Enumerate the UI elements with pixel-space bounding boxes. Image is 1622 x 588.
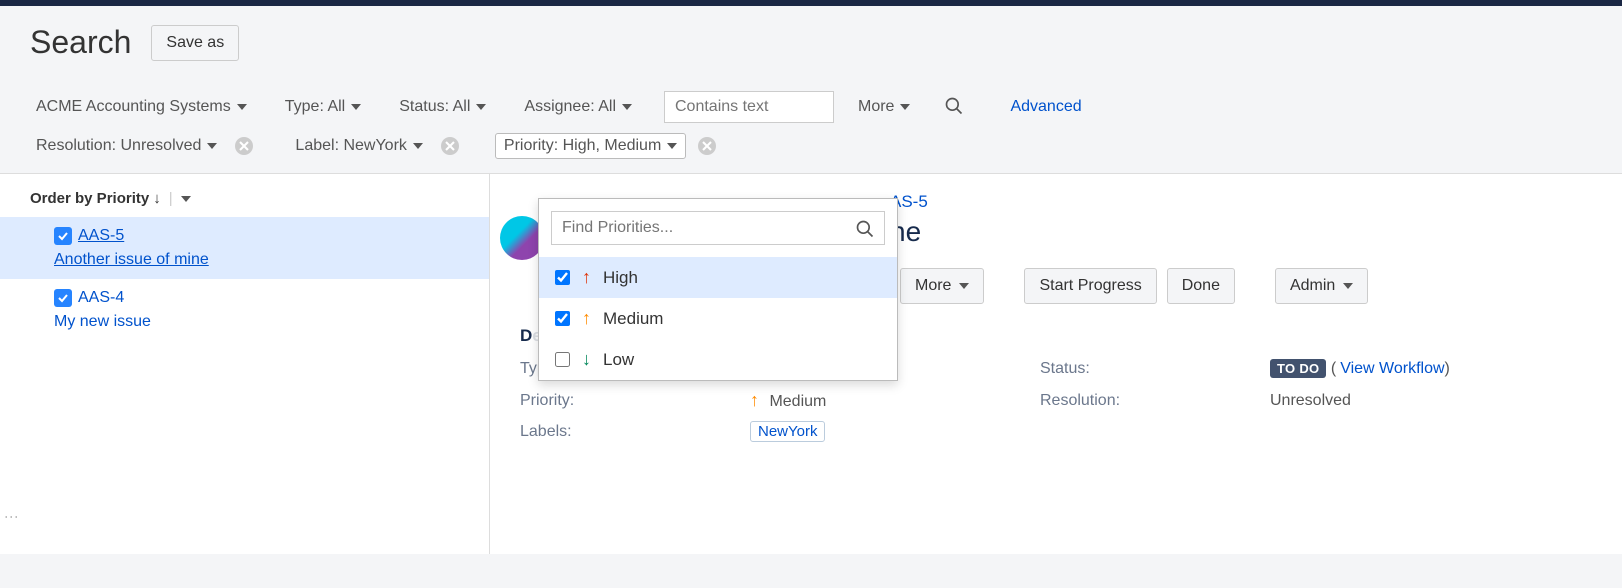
issue-detail-key[interactable]: AS-5 — [890, 192, 1592, 212]
chevron-down-icon — [959, 283, 969, 289]
order-by[interactable]: Order by Priority ↓ | — [0, 184, 489, 217]
priority-medium-icon: ↑ — [582, 308, 591, 329]
priority-high-icon: ↑ — [582, 267, 591, 288]
remove-label-icon[interactable] — [441, 137, 459, 155]
chevron-down-icon — [413, 143, 423, 149]
filter-label[interactable]: Label: NewYork — [289, 133, 428, 159]
labels-label: Labels: — [520, 423, 750, 441]
search-header: Search Save as — [0, 6, 1622, 81]
priority-option-medium[interactable]: ↑ Medium — [539, 298, 897, 339]
label-chip[interactable]: NewYork — [750, 421, 825, 442]
issue-key: AAS-4 — [78, 289, 124, 307]
admin-button[interactable]: Admin — [1275, 268, 1368, 304]
resize-handle[interactable]: ⋮ — [4, 510, 20, 526]
filter-status[interactable]: Status: All — [393, 94, 492, 120]
issue-item[interactable]: AAS-5 Another issue of mine — [0, 217, 489, 279]
more-button-label: More — [915, 277, 951, 295]
chevron-down-icon — [1343, 283, 1353, 289]
filter-label-label: Label: NewYork — [295, 137, 406, 155]
filter-priority-label: Priority: High, Medium — [504, 137, 661, 155]
priority-label: Priority: — [520, 392, 750, 410]
filter-project[interactable]: ACME Accounting Systems — [30, 94, 253, 120]
chevron-down-icon — [667, 143, 677, 149]
search-icon[interactable] — [944, 96, 964, 119]
priority-low-checkbox[interactable] — [555, 352, 570, 367]
priority-option-low[interactable]: ↓ Low — [539, 339, 897, 380]
filter-bar: ACME Accounting Systems Type: All Status… — [0, 81, 1622, 174]
chevron-down-icon — [351, 104, 361, 110]
advanced-link[interactable]: Advanced — [1010, 98, 1081, 116]
filter-more-label: More — [858, 98, 894, 116]
chevron-down-icon — [622, 104, 632, 110]
chevron-down-icon — [237, 104, 247, 110]
filter-more[interactable]: More — [858, 98, 910, 116]
remove-priority-icon[interactable] — [698, 137, 716, 155]
remove-resolution-icon[interactable] — [235, 137, 253, 155]
chevron-down-icon[interactable] — [181, 196, 191, 202]
sort-desc-icon: ↓ — [153, 190, 161, 207]
admin-button-label: Admin — [1290, 277, 1335, 295]
task-icon — [54, 227, 72, 245]
status-label: Status: — [1040, 360, 1270, 378]
filter-assignee-label: Assignee: All — [524, 98, 616, 116]
issue-detail-title: ne — [890, 216, 1592, 248]
issue-item[interactable]: AAS-4 My new issue — [0, 279, 489, 341]
order-by-label: Order by Priority — [30, 190, 149, 207]
chevron-down-icon — [207, 143, 217, 149]
start-progress-button[interactable]: Start Progress — [1024, 268, 1156, 304]
issue-summary: My new issue — [54, 313, 459, 331]
resolution-value: Unresolved — [1270, 392, 1570, 410]
search-text-input[interactable] — [664, 91, 834, 123]
issue-key: AAS-5 — [78, 227, 124, 245]
priority-medium-checkbox[interactable] — [555, 311, 570, 326]
filter-assignee[interactable]: Assignee: All — [518, 94, 638, 120]
filter-resolution[interactable]: Resolution: Unresolved — [30, 133, 223, 159]
status-value: TO DO (View Workflow) — [1270, 360, 1570, 378]
filter-priority[interactable]: Priority: High, Medium — [495, 133, 686, 159]
chevron-down-icon — [476, 104, 486, 110]
task-icon — [54, 289, 72, 307]
filter-type[interactable]: Type: All — [279, 94, 367, 120]
resolution-label: Resolution: — [1040, 392, 1270, 410]
chevron-down-icon — [900, 104, 910, 110]
priority-option-label: High — [603, 268, 638, 288]
priority-filter-popup: ↑ High ↑ Medium ↓ Low — [538, 198, 898, 381]
issue-sidebar: Order by Priority ↓ | AAS-5 Another issu… — [0, 174, 490, 554]
priority-option-high[interactable]: ↑ High — [539, 257, 897, 298]
view-workflow-link[interactable]: View Workflow — [1340, 360, 1444, 377]
filter-project-label: ACME Accounting Systems — [36, 98, 231, 116]
done-button[interactable]: Done — [1167, 268, 1235, 304]
issue-summary: Another issue of mine — [54, 251, 459, 269]
page-title: Search — [30, 24, 131, 61]
more-button[interactable]: More — [900, 268, 984, 304]
save-as-button[interactable]: Save as — [151, 25, 239, 61]
priority-low-icon: ↓ — [582, 349, 591, 370]
priority-value: ↑ Medium — [750, 390, 1040, 411]
labels-value: NewYork — [750, 423, 1040, 441]
priority-option-label: Low — [603, 350, 634, 370]
priority-high-checkbox[interactable] — [555, 270, 570, 285]
priority-medium-icon: ↑ — [750, 390, 759, 411]
filter-resolution-label: Resolution: Unresolved — [36, 137, 201, 155]
status-badge: TO DO — [1270, 359, 1326, 378]
filter-status-label: Status: All — [399, 98, 470, 116]
priority-search-input[interactable] — [551, 211, 885, 245]
search-icon[interactable] — [855, 219, 875, 242]
filter-type-label: Type: All — [285, 98, 345, 116]
priority-option-label: Medium — [603, 309, 663, 329]
